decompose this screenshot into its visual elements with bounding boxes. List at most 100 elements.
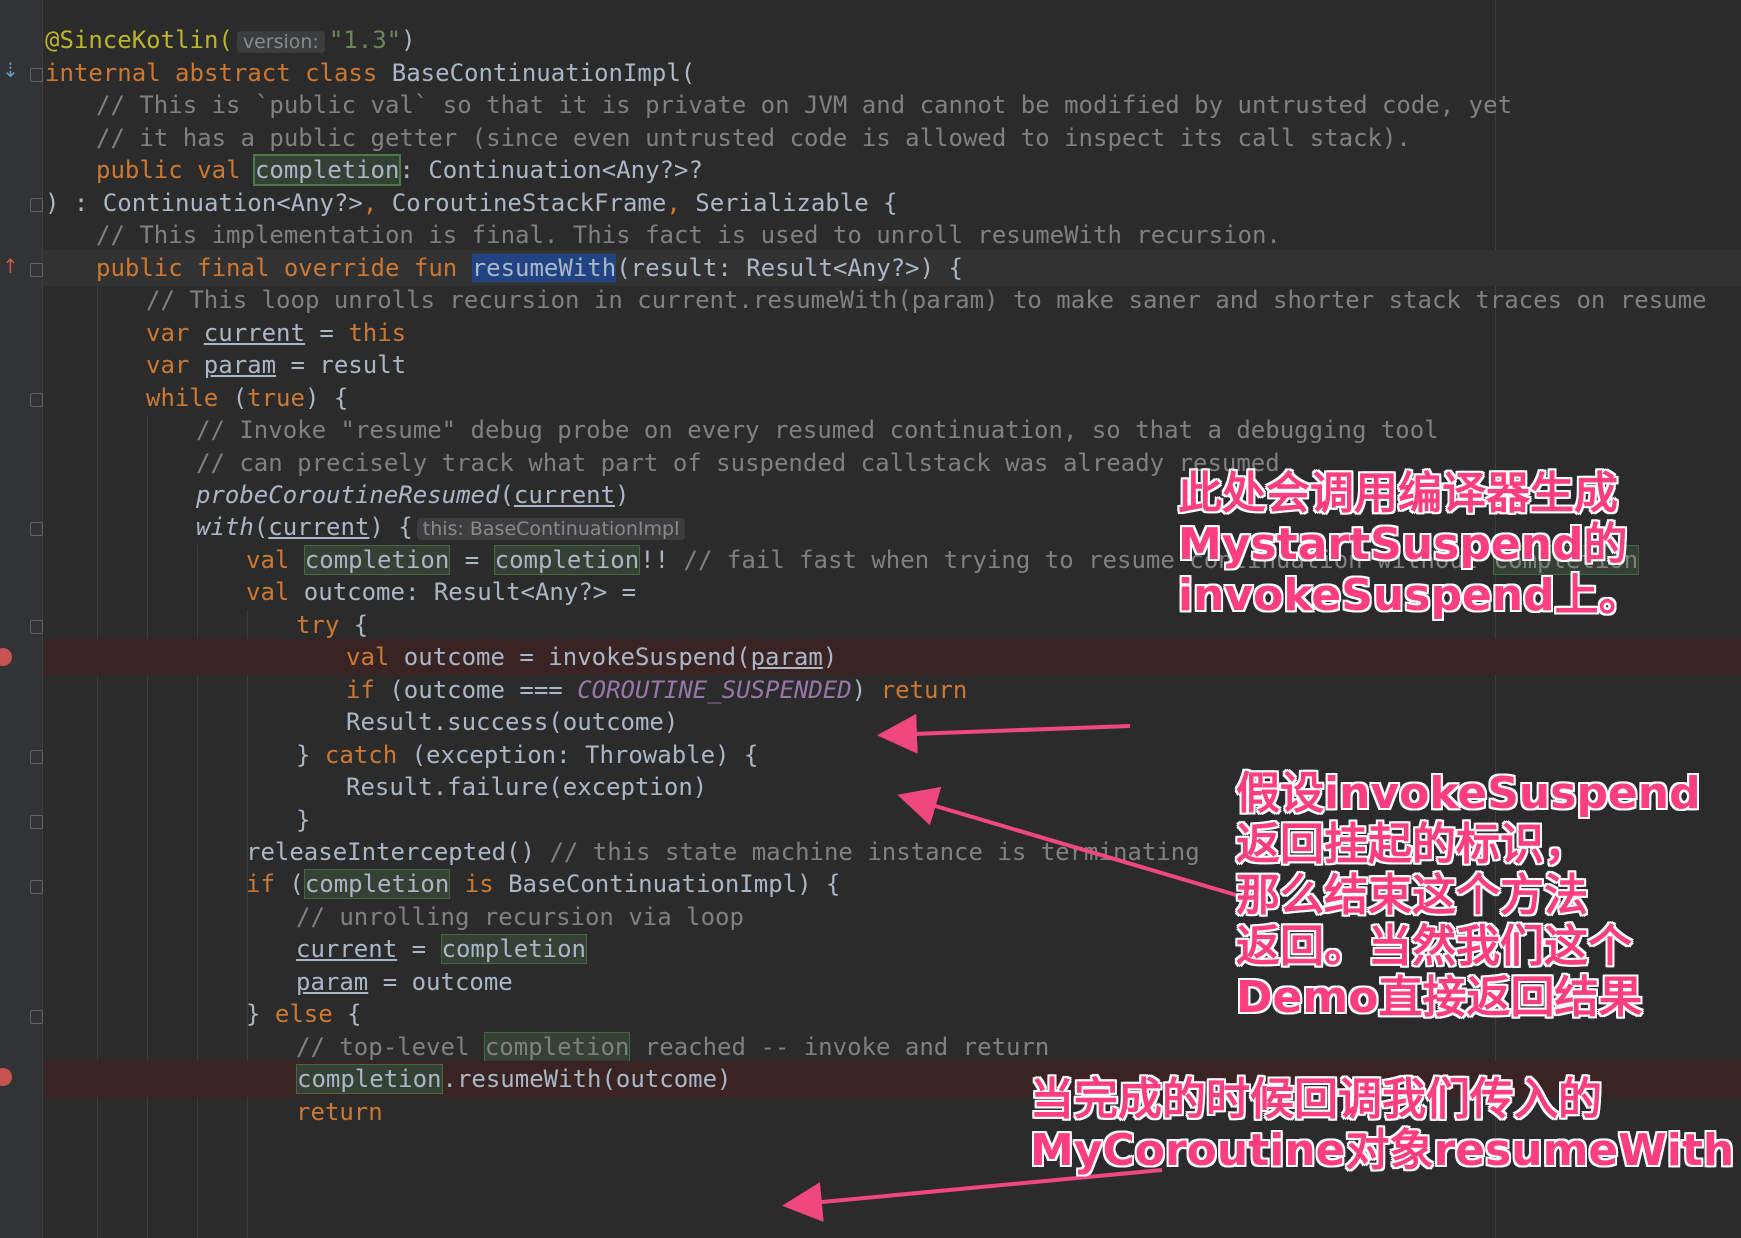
code-text: ( — [499, 481, 514, 509]
keyword-token: public val — [96, 156, 255, 184]
code-text: ) — [615, 481, 630, 509]
code-text: ) { — [369, 513, 413, 541]
receiver-hint: this: BaseContinuationImpl — [416, 518, 686, 540]
fold-icon[interactable] — [30, 815, 43, 829]
code-line[interactable]: public val completion: Continuation<Any?… — [43, 152, 1741, 188]
code-text: (result: Result<Any?>) { — [616, 254, 963, 282]
code-text: BaseContinuationImpl( — [391, 59, 696, 87]
code-line[interactable]: @SinceKotlin(version: "1.3") — [43, 22, 1741, 58]
comment-token: // it has a public getter (since even un… — [96, 124, 1411, 152]
code-line-breakpoint[interactable]: val outcome = invokeSuspend(param) — [43, 639, 1741, 675]
parameter-hint: version: — [236, 31, 325, 53]
code-text: = — [450, 546, 494, 574]
code-line[interactable]: internal abstract class BaseContinuation… — [43, 55, 1741, 91]
code-text: Serializable { — [695, 189, 898, 217]
code-text: Result.success(outcome) — [346, 708, 679, 736]
implemented-icon[interactable]: ⇣ — [2, 58, 19, 82]
code-line[interactable]: // This implementation is final. This fa… — [43, 217, 1741, 253]
comment-token: reached -- invoke and return — [630, 1033, 1050, 1061]
code-text: Result.failure(exception) — [346, 773, 708, 801]
code-text: { — [353, 611, 369, 639]
override-icon[interactable]: ↑ — [2, 254, 19, 278]
code-line[interactable]: // This loop unrolls recursion in curren… — [43, 282, 1741, 318]
code-text: ) { — [304, 384, 349, 412]
keyword-token: while — [146, 384, 233, 412]
keyword-token: catch — [324, 741, 412, 769]
keyword-token: return — [880, 676, 968, 704]
editor-gutter[interactable]: ⇣ ↑ — [0, 0, 43, 1238]
code-text: BaseContinuationImpl) { — [508, 870, 841, 898]
code-text: ) : Continuation<Any?> — [45, 189, 363, 217]
comment-token: // this state machine instance is termin… — [549, 838, 1200, 866]
code-line[interactable]: if (outcome === COROUTINE_SUSPENDED) ret… — [43, 672, 1741, 708]
breakpoint-icon[interactable] — [0, 1068, 12, 1086]
code-text: = result — [276, 351, 407, 379]
code-text: !! — [640, 546, 684, 574]
keyword-token: try — [296, 611, 354, 639]
code-line[interactable]: // Invoke "resume" debug probe on every … — [43, 412, 1741, 448]
comment-token: // This implementation is final. This fa… — [96, 221, 1281, 249]
code-line[interactable]: var current = this — [43, 315, 1741, 351]
keyword-token: val — [346, 643, 404, 671]
code-text: outcome = invokeSuspend( — [403, 643, 751, 671]
variable-token: current — [513, 481, 616, 509]
comment-token: // unrolling recursion via loop — [296, 903, 744, 931]
code-text: ( — [232, 384, 248, 412]
code-line[interactable]: // This is `public val` so that it is pr… — [43, 87, 1741, 123]
code-text: ( — [289, 870, 304, 898]
variable-token: current — [268, 513, 370, 541]
annotation-note-suspended-return: 假设invokeSuspend 返回挂起的标识， 那么结束这个方法 返回。当然我… — [1236, 768, 1701, 1023]
code-text: releaseIntercepted() — [246, 838, 550, 866]
function-call-token: with — [196, 513, 254, 541]
code-text: ) — [822, 643, 838, 671]
code-line-current[interactable]: public final override fun resumeWith(res… — [43, 250, 1741, 286]
function-call-token: probeCoroutineResumed — [196, 481, 500, 509]
completion-token: completion — [303, 545, 451, 575]
keyword-token: return — [296, 1098, 383, 1126]
keyword-token: val — [246, 578, 304, 606]
code-text: outcome: Result<Any?> = — [303, 578, 637, 606]
code-line[interactable]: var param = result — [43, 347, 1741, 383]
code-text: ) — [851, 676, 881, 704]
fold-icon[interactable] — [30, 393, 43, 407]
keyword-token: is — [450, 870, 509, 898]
fold-icon[interactable] — [30, 198, 43, 212]
code-line[interactable]: Result.success(outcome) — [43, 704, 1741, 740]
comment-token: // This is `public val` so that it is pr… — [96, 91, 1513, 119]
fold-icon[interactable] — [30, 68, 43, 82]
fold-icon[interactable] — [30, 263, 43, 277]
keyword-token: else — [274, 1000, 348, 1028]
completion-token: completion — [252, 154, 402, 186]
code-text: { — [347, 1000, 362, 1028]
completion-token: completion — [303, 869, 451, 899]
keyword-token: this — [348, 319, 407, 347]
variable-token: param — [203, 351, 277, 379]
variable-token: param — [750, 643, 823, 671]
code-text: = outcome — [368, 968, 513, 996]
code-line[interactable]: // top-level completion reached -- invok… — [43, 1029, 1741, 1065]
code-text: : Continuation<Any?>? — [399, 156, 703, 184]
keyword-token: public final override fun — [96, 254, 472, 282]
comment-token: // Invoke "resume" debug probe on every … — [196, 416, 1439, 444]
fold-icon[interactable] — [30, 522, 43, 536]
string-token: "1.3" — [328, 26, 402, 54]
code-text: } — [246, 1000, 275, 1028]
keyword-token: true — [247, 384, 305, 412]
code-line[interactable]: while (true) { — [43, 380, 1741, 416]
keyword-token: var — [146, 351, 204, 379]
fold-icon[interactable] — [30, 620, 43, 634]
keyword-token: val — [246, 546, 304, 574]
fold-icon[interactable] — [30, 750, 43, 764]
breakpoint-icon[interactable] — [0, 648, 12, 666]
keyword-token: if — [346, 676, 390, 704]
code-line[interactable]: ) : Continuation<Any?>, CoroutineStackFr… — [43, 185, 1741, 221]
code-text: = — [397, 935, 441, 963]
annotation-note-resume-callback: 当完成的时候回调我们传入的 MyCoroutine对象resumeWith — [1030, 1074, 1735, 1176]
completion-token: completion — [483, 1032, 631, 1062]
code-line[interactable]: // it has a public getter (since even un… — [43, 120, 1741, 156]
annotation-note-invoke-suspend: 此处会调用编译器生成 MystartSuspend的 invokeSuspend… — [1178, 468, 1643, 621]
completion-token: completion — [296, 1064, 443, 1094]
code-text: } — [296, 806, 311, 834]
fold-icon[interactable] — [30, 880, 43, 894]
fold-icon[interactable] — [30, 1010, 43, 1024]
